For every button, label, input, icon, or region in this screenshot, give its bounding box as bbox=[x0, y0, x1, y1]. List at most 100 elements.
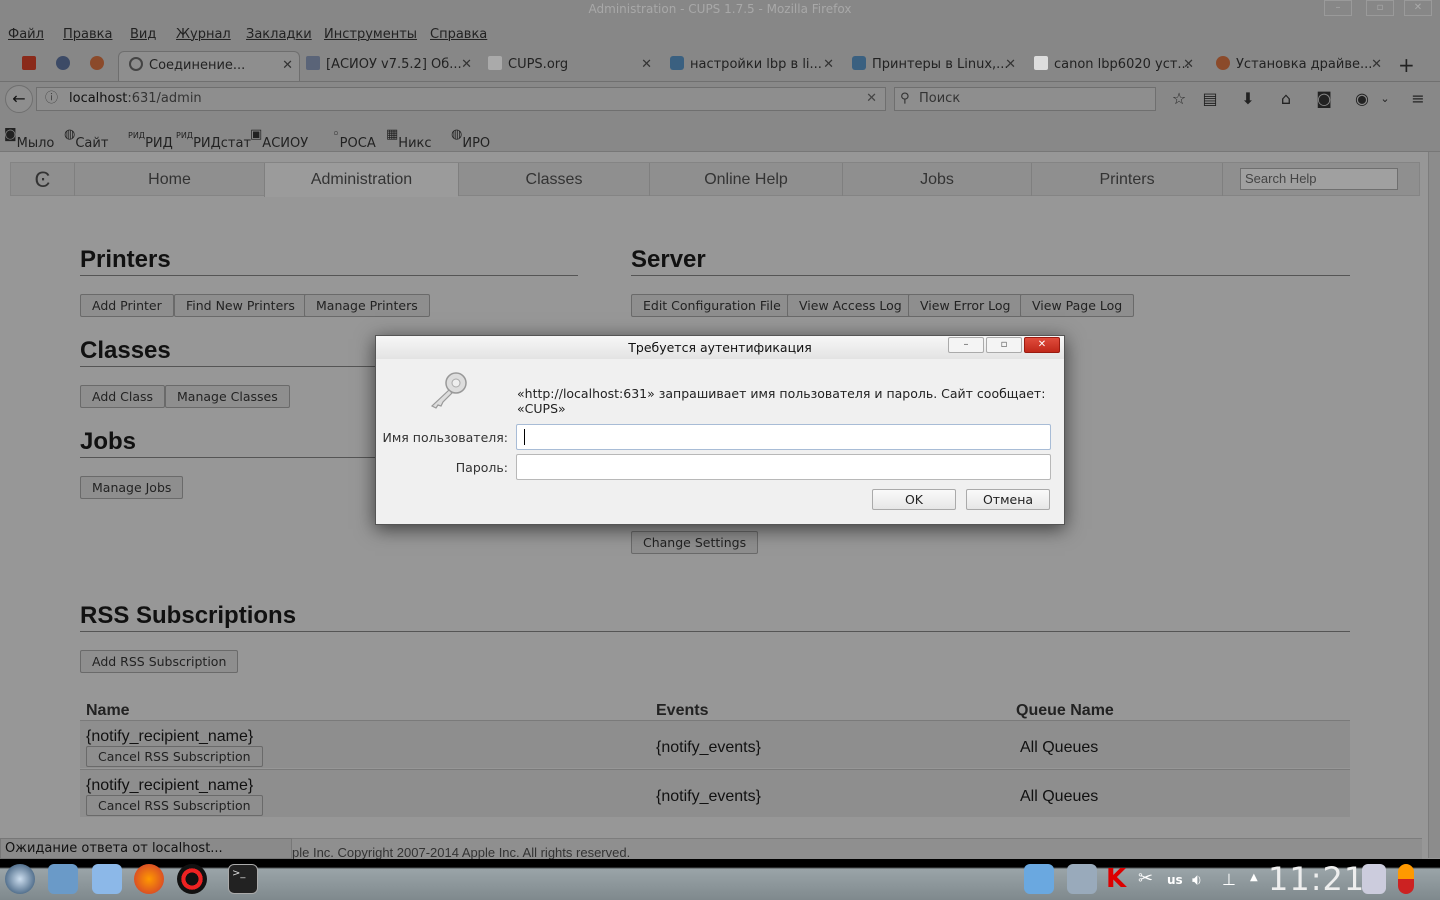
edit-configuration-button[interactable]: Edit Configuration File bbox=[631, 294, 793, 317]
pocket-icon[interactable]: ◙ bbox=[1314, 89, 1334, 108]
nav-online-help[interactable]: Online Help bbox=[649, 163, 842, 196]
reading-list-icon[interactable]: ▤ bbox=[1200, 89, 1220, 108]
text-editor-icon[interactable] bbox=[92, 864, 122, 894]
find-new-printers-button[interactable]: Find New Printers bbox=[174, 294, 307, 317]
view-access-log-button[interactable]: View Access Log bbox=[787, 294, 914, 317]
back-button[interactable]: ← bbox=[5, 85, 33, 113]
tab-label: Установка драйве... bbox=[1236, 57, 1373, 72]
manage-classes-button[interactable]: Manage Classes bbox=[165, 385, 290, 408]
username-input[interactable] bbox=[516, 424, 1051, 450]
menu-help[interactable]: Справка bbox=[430, 27, 487, 42]
new-tab-button[interactable]: + bbox=[1398, 51, 1418, 81]
menu-history[interactable]: Журнал bbox=[176, 27, 231, 42]
tab-strip: Соединение... ✕ [АСИОУ v7.5.2] Об... ✕ CUP… bbox=[0, 48, 1440, 82]
close-tab-icon[interactable]: ✕ bbox=[461, 51, 472, 79]
close-tab-icon[interactable]: ✕ bbox=[282, 52, 293, 80]
add-printer-button[interactable]: Add Printer bbox=[80, 294, 174, 317]
dialog-minimize-button[interactable]: – bbox=[948, 337, 984, 353]
kaspersky-icon[interactable]: K bbox=[1106, 864, 1136, 894]
tab[interactable]: canon lbp6020 уст... ✕ bbox=[1034, 51, 1200, 81]
manage-jobs-button[interactable]: Manage Jobs bbox=[80, 476, 184, 499]
pinned-tab[interactable] bbox=[22, 51, 44, 81]
table-row: {notify_recipient_name} Cancel RSS Subsc… bbox=[80, 720, 1350, 768]
bookmark-iro[interactable]: ◍ ИРО bbox=[451, 127, 490, 151]
tab[interactable]: Соединение... ✕ bbox=[118, 51, 300, 81]
manage-printers-button[interactable]: Manage Printers bbox=[304, 294, 430, 317]
nav-jobs[interactable]: Jobs bbox=[842, 163, 1031, 196]
nav-home[interactable]: Home bbox=[74, 163, 264, 196]
menu-tools[interactable]: Инструменты bbox=[324, 27, 417, 42]
tab[interactable]: [АСИОУ v7.5.2] Об... ✕ bbox=[306, 51, 478, 81]
add-rss-subscription-button[interactable]: Add RSS Subscription bbox=[80, 650, 239, 673]
view-error-log-button[interactable]: View Error Log bbox=[908, 294, 1023, 317]
volume-icon[interactable]: 🔉︎ bbox=[1192, 870, 1202, 890]
dialog-maximize-button[interactable]: ▫ bbox=[986, 337, 1022, 353]
password-input[interactable] bbox=[516, 454, 1051, 480]
keyboard-layout[interactable]: us bbox=[1167, 873, 1183, 887]
bookmark-mylo[interactable]: ◙ Мыло bbox=[4, 127, 54, 151]
view-page-log-button[interactable]: View Page Log bbox=[1020, 294, 1135, 317]
chat-icon[interactable]: ◉ bbox=[1352, 89, 1372, 108]
close-tab-icon[interactable]: ✕ bbox=[1005, 51, 1016, 79]
file-manager-icon[interactable] bbox=[48, 864, 78, 894]
firefox-icon[interactable] bbox=[134, 864, 164, 894]
chevron-down-icon[interactable]: ⌄ bbox=[1375, 92, 1395, 105]
bookmark-rid[interactable]: РИД РИД bbox=[128, 127, 173, 151]
downloads-icon[interactable]: ⬇ bbox=[1238, 89, 1258, 108]
close-tab-icon[interactable]: ✕ bbox=[823, 51, 834, 79]
pinned-tab[interactable] bbox=[56, 51, 78, 81]
close-tab-icon[interactable]: ✕ bbox=[1371, 51, 1382, 79]
close-tab-icon[interactable]: ✕ bbox=[1183, 51, 1194, 79]
menu-edit[interactable]: Правка bbox=[63, 27, 112, 42]
pinned-tab[interactable] bbox=[90, 51, 112, 81]
downloads-tray-icon[interactable] bbox=[1024, 864, 1054, 894]
tab[interactable]: Установка драйве... ✕ bbox=[1216, 51, 1388, 81]
network-icon[interactable]: ⊥ bbox=[1222, 870, 1236, 889]
bookmark-site[interactable]: ◍ Сайт bbox=[64, 127, 108, 151]
home-icon[interactable]: ⌂ bbox=[1276, 89, 1296, 108]
close-tab-icon[interactable]: ✕ bbox=[641, 51, 652, 79]
close-window-button[interactable]: ✕ bbox=[1404, 0, 1432, 16]
nav-printers[interactable]: Printers bbox=[1031, 163, 1222, 196]
tab[interactable]: CUPS.org ✕ bbox=[488, 51, 658, 81]
change-settings-button[interactable]: Change Settings bbox=[631, 531, 759, 554]
scissors-icon[interactable]: ✂ bbox=[1138, 864, 1168, 894]
cancel-rss-subscription-button[interactable]: Cancel RSS Subscription bbox=[86, 795, 263, 816]
target-app-icon[interactable] bbox=[177, 864, 207, 894]
terminal-icon[interactable]: >_ bbox=[228, 864, 258, 894]
trash-icon[interactable] bbox=[1362, 864, 1386, 894]
cups-logo[interactable]: Ͼ bbox=[11, 163, 74, 196]
search-bar[interactable]: ⚲ Поиск bbox=[894, 87, 1156, 111]
ubuntu-icon bbox=[1216, 56, 1230, 70]
ok-button[interactable]: OK bbox=[872, 489, 956, 510]
tray-expand-icon[interactable]: ▲ bbox=[1250, 872, 1258, 883]
tab[interactable]: настройки lbp в li... ✕ bbox=[670, 51, 840, 81]
clock[interactable]: 11:21 bbox=[1268, 860, 1365, 898]
app-menu-icon[interactable] bbox=[5, 864, 35, 894]
menu-bookmarks[interactable]: Закладки bbox=[246, 27, 312, 42]
cancel-rss-subscription-button[interactable]: Cancel RSS Subscription bbox=[86, 746, 263, 767]
bookmark-ridstat[interactable]: РИД РИДстат bbox=[176, 127, 251, 151]
menu-file[interactable]: Файл bbox=[8, 27, 44, 42]
nav-classes[interactable]: Classes bbox=[458, 163, 649, 196]
bookmark-asiou[interactable]: ▣ АСИОУ bbox=[250, 127, 308, 151]
search-help-input[interactable]: Search Help bbox=[1240, 168, 1398, 190]
scrollbar[interactable] bbox=[1428, 152, 1440, 858]
tab[interactable]: Принтеры в Linux,... ✕ bbox=[852, 51, 1022, 81]
cancel-button[interactable]: Отмена bbox=[966, 489, 1050, 510]
maximize-button[interactable]: ▫ bbox=[1366, 0, 1394, 16]
add-class-button[interactable]: Add Class bbox=[80, 385, 166, 408]
power-icon[interactable] bbox=[1398, 864, 1414, 894]
nav-administration[interactable]: Administration bbox=[264, 163, 458, 197]
bookmark-niks[interactable]: ▦ Никс bbox=[386, 127, 432, 151]
dialog-close-button[interactable]: ✕ bbox=[1024, 337, 1060, 353]
clear-url-icon[interactable]: ✕ bbox=[866, 88, 877, 110]
url-bar[interactable]: ⓘ localhost:631/admin ✕ bbox=[36, 87, 886, 111]
menu-view[interactable]: Вид bbox=[130, 27, 156, 42]
bookmark-star-icon[interactable]: ☆ bbox=[1169, 89, 1189, 108]
recipient-name: {notify_recipient_name} bbox=[86, 777, 254, 794]
settings-tray-icon[interactable] bbox=[1067, 864, 1097, 894]
minimize-button[interactable]: – bbox=[1324, 0, 1352, 16]
bookmark-rosa[interactable]: ◦ РОСА bbox=[332, 127, 376, 151]
menu-icon[interactable]: ≡ bbox=[1408, 89, 1428, 108]
